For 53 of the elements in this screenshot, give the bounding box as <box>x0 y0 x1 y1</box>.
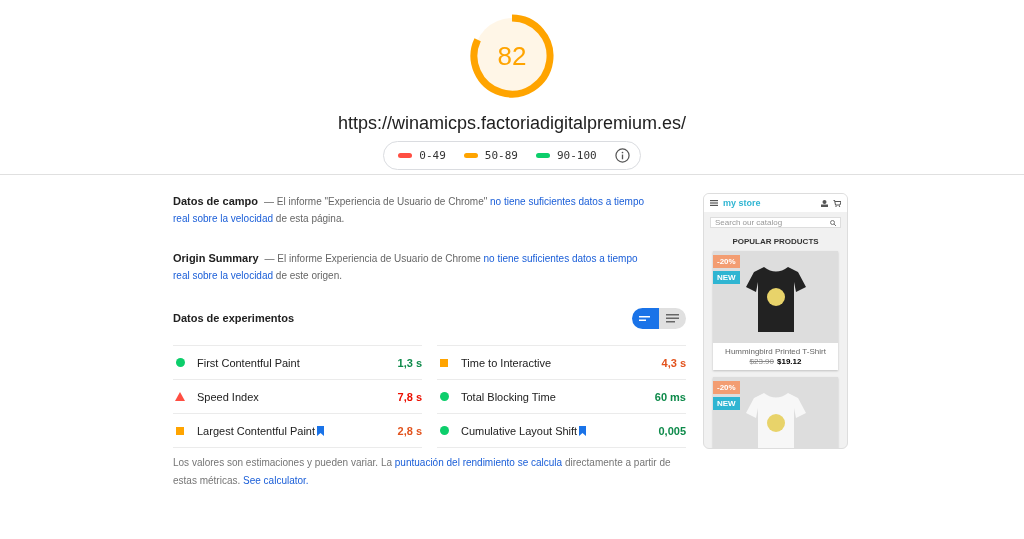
discount-badge: -20% <box>713 381 740 394</box>
score-link[interactable]: puntuación del rendimiento se calcula <box>394 457 563 468</box>
square-icon <box>440 358 448 367</box>
info-link[interactable]: no tiene suficientes datos a tiempo <box>483 253 638 264</box>
lines-icon <box>639 315 652 321</box>
score-value: 82 <box>497 41 527 71</box>
metric-value: 7,8 s <box>397 390 422 403</box>
old-price: $23.90 <box>749 357 774 366</box>
metric-label: Time to Interactive <box>461 356 552 369</box>
metric-value: 1,3 s <box>397 356 422 369</box>
product-price: $19.12 <box>777 357 802 366</box>
circle-icon <box>439 426 449 435</box>
store-logo: my store <box>723 198 762 208</box>
info-link[interactable]: real sobre la velocidad <box>173 270 274 281</box>
legend-item: 50-89 <box>463 149 518 162</box>
info-link[interactable]: no tiene suficientes datos a tiempo <box>490 196 645 207</box>
bookmark-icon <box>579 425 587 436</box>
list-view-button[interactable] <box>659 307 686 329</box>
field-data-summary: Origin Summary — El informe Experiencia de Usuario de Chrome no tiene suficientes datos a tiempo real sobre la velocidad de este origen. <box>173 251 639 283</box>
user-icon <box>821 199 828 207</box>
product-name: Hummingbird Printed T-Shirt <box>724 346 827 356</box>
legend-item: 90-100 <box>535 149 597 162</box>
metric-value: 60 ms <box>654 390 686 403</box>
calculator-link[interactable]: See calculator. <box>243 475 309 486</box>
section-heading: POPULAR PRODUCTS <box>731 237 820 246</box>
metric-label: Speed Index <box>197 390 259 403</box>
discount-badge: -20% <box>713 255 740 268</box>
new-badge: NEW <box>713 397 740 410</box>
metric-label: Largest Contentful Paint <box>197 424 316 437</box>
metric-label: Total Blocking Time <box>461 390 556 403</box>
metric-value: 4,3 s <box>661 356 686 369</box>
metric-label: First Contentful Paint <box>197 356 300 369</box>
info-link[interactable]: real sobre la velocidad <box>173 213 274 224</box>
metric-label: Cumulative Layout Shift <box>461 424 578 437</box>
legend-item: 0-49 <box>398 149 446 162</box>
search-icon <box>830 219 836 226</box>
page-url: https://winamicps.factoriadigitalpremium.es/ <box>337 113 687 134</box>
triangle-icon <box>175 392 185 401</box>
metric-value: 0,005 <box>658 424 686 437</box>
section-title: Datos de experimentos <box>173 312 295 324</box>
circle-icon <box>439 392 449 401</box>
circle-icon <box>175 358 185 367</box>
field-data-summary: Datos de campo — El informe "Experiencia de Usuario de Chrome" no tiene suficientes datos a tiempo real sobre la velocidad de esta página. <box>173 194 646 226</box>
info-icon[interactable] <box>614 148 630 163</box>
estimate-note: Los valores son estimaciones y pueden variar. La puntuación del rendimiento se calcula directamente a partir de estas métricas. See calculator. <box>173 456 672 488</box>
square-icon <box>176 426 184 435</box>
new-badge: NEW <box>713 271 740 284</box>
lines-icon <box>666 313 679 323</box>
menu-icon <box>710 200 718 206</box>
cart-icon <box>833 199 841 207</box>
metric-value: 2,8 s <box>397 424 422 437</box>
bookmark-icon <box>317 425 325 436</box>
summary-view-button[interactable] <box>632 307 659 329</box>
